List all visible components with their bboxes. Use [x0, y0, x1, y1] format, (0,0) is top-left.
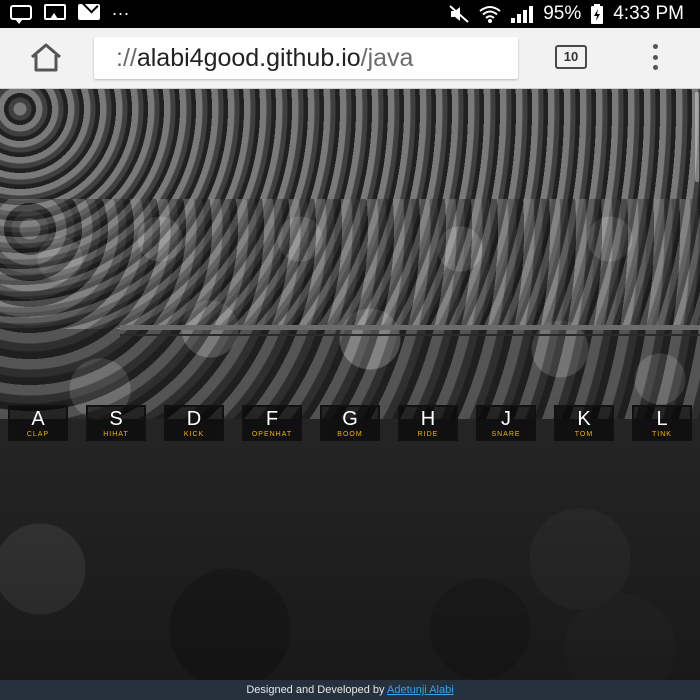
- footer-credit-text: Designed and Developed by: [246, 684, 385, 696]
- key-sound-label: TINK: [652, 431, 672, 438]
- home-button[interactable]: [28, 42, 64, 74]
- key-sound-label: BOOM: [337, 431, 363, 438]
- chat-icon: [10, 4, 32, 24]
- key-letter: D: [186, 408, 202, 430]
- page-footer: Designed and Developed by Adetunji Alabi: [0, 680, 700, 700]
- key-letter: L: [656, 408, 668, 430]
- key-letter: G: [342, 408, 358, 430]
- key-sound-label: SNARE: [491, 431, 521, 438]
- railing-shadow: [120, 334, 700, 336]
- address-bar[interactable]: ://alabi4good.github.io/java: [94, 37, 518, 79]
- key-clap[interactable]: A CLAP: [8, 405, 68, 441]
- signal-icon: [511, 5, 534, 23]
- clock: 4:33 PM: [613, 3, 684, 24]
- key-ride[interactable]: H RIDE: [398, 405, 458, 441]
- crowd-background-image-mid: [0, 199, 700, 419]
- tab-switcher-button[interactable]: 10: [555, 45, 587, 69]
- photo-icon: [44, 4, 66, 20]
- drum-keys: A CLAP S HIHAT D KICK F OPENHAT G BOOM H…: [8, 405, 693, 443]
- url-path: /java: [360, 44, 414, 72]
- key-snare[interactable]: J SNARE: [476, 405, 536, 441]
- overflow-menu-button[interactable]: [650, 42, 660, 72]
- page-scrollbar[interactable]: [695, 92, 699, 182]
- key-letter: J: [501, 408, 511, 430]
- key-kick[interactable]: D KICK: [164, 405, 224, 441]
- mail-icon: [78, 4, 100, 20]
- key-tink[interactable]: L TINK: [632, 405, 692, 441]
- url-host: alabi4good.github.io: [136, 44, 361, 72]
- drum-kit-page: A CLAP S HIHAT D KICK F OPENHAT G BOOM H…: [0, 89, 700, 680]
- url-scheme: ://: [116, 44, 137, 72]
- key-sound-label: TOM: [574, 431, 594, 438]
- menu-dot-icon: [652, 54, 658, 60]
- key-letter: K: [577, 408, 591, 430]
- key-tom[interactable]: K TOM: [554, 405, 614, 441]
- home-icon: [31, 43, 61, 72]
- menu-dot-icon: [652, 44, 658, 49]
- railing: [120, 325, 700, 330]
- key-sound-label: HIHAT: [103, 431, 129, 438]
- key-letter: S: [109, 408, 123, 430]
- key-hihat[interactable]: S HIHAT: [86, 405, 146, 441]
- notification-icons: ...: [10, 0, 130, 24]
- author-link[interactable]: Adetunji Alabi: [387, 684, 454, 696]
- key-letter: A: [31, 408, 45, 430]
- key-letter: H: [420, 408, 436, 430]
- mute-icon: [449, 5, 469, 23]
- key-sound-label: RIDE: [417, 431, 439, 438]
- browser-toolbar: ://alabi4good.github.io/java 10: [0, 28, 700, 89]
- more-notifications-text: ...: [112, 0, 131, 19]
- key-letter: F: [265, 408, 279, 430]
- key-openhat[interactable]: F OPENHAT: [242, 405, 302, 441]
- key-sound-label: OPENHAT: [251, 431, 293, 438]
- battery-percent: 95%: [543, 3, 582, 24]
- menu-dot-icon: [652, 65, 658, 70]
- battery-charging-icon: [591, 4, 604, 24]
- key-sound-label: KICK: [183, 431, 205, 438]
- key-sound-label: CLAP: [26, 431, 50, 438]
- wifi-icon: [479, 6, 501, 23]
- status-bar: ... 95% 4:33 PM: [0, 0, 700, 28]
- system-icons: 95% 4:33 PM: [449, 3, 684, 25]
- key-boom[interactable]: G BOOM: [320, 405, 380, 441]
